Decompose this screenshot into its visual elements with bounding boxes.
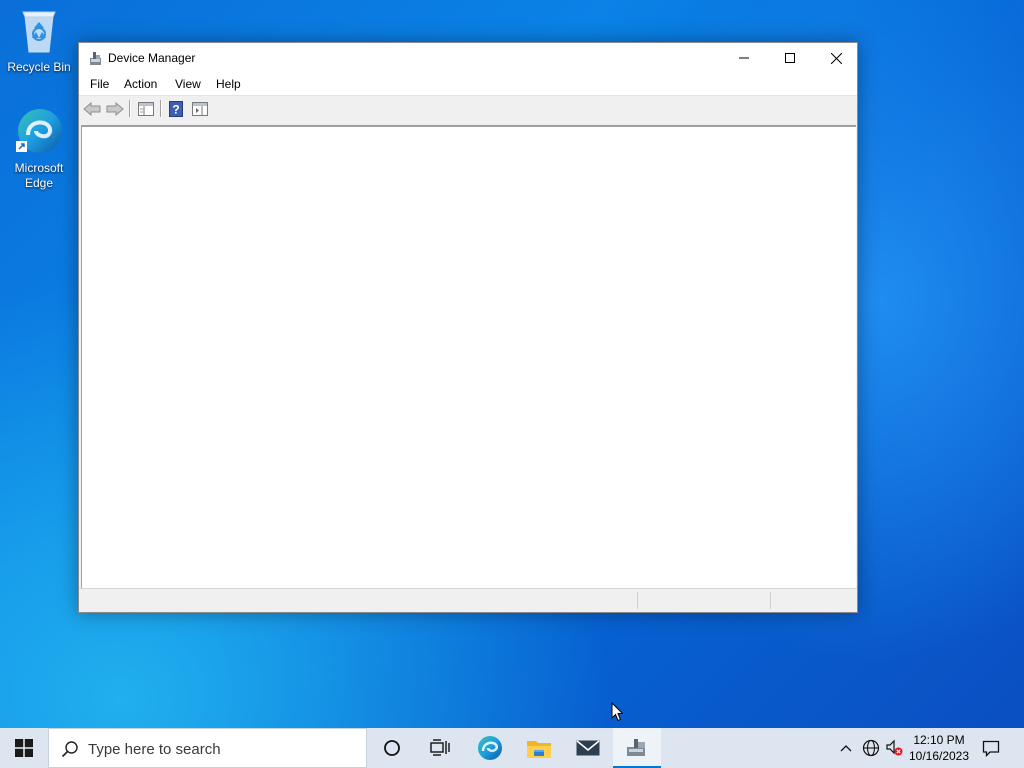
device-tree-pane[interactable] [81, 125, 856, 591]
window-title: Device Manager [108, 51, 196, 65]
task-view-button[interactable] [416, 728, 464, 768]
forward-button[interactable] [105, 99, 125, 119]
status-pane [637, 592, 638, 609]
show-hide-console-tree-icon [138, 102, 154, 116]
taskbar: Type here to search 12:10 PM 10/16/2023 [0, 728, 1024, 768]
clock-date: 10/16/2023 [908, 749, 970, 763]
taskbar-clock[interactable]: 12:10 PM 10/16/2023 [904, 732, 974, 764]
mouse-cursor-icon [611, 701, 624, 727]
edge-icon [478, 736, 502, 760]
show-hide-action-pane-icon [192, 102, 208, 116]
taskbar-search-box[interactable]: Type here to search [48, 728, 367, 768]
search-placeholder: Type here to search [88, 741, 221, 758]
network-globe-icon [862, 739, 880, 757]
maximize-icon [785, 53, 795, 63]
start-button[interactable] [0, 728, 48, 768]
status-pane [770, 592, 771, 609]
network-button[interactable] [860, 728, 882, 768]
close-icon [830, 52, 842, 64]
toolbar-separator [129, 100, 131, 117]
maximize-button[interactable] [767, 43, 813, 73]
volume-button[interactable] [884, 728, 904, 768]
help-icon: ? [169, 101, 183, 117]
forward-arrow-icon [106, 102, 124, 116]
taskbar-device-manager-button[interactable] [613, 728, 661, 768]
help-button[interactable]: ? [166, 99, 186, 119]
notification-icon [982, 740, 1000, 757]
recycle-bin-icon [2, 8, 76, 58]
desktop-icon-microsoft-edge[interactable]: Microsoft Edge [2, 105, 76, 191]
device-manager-icon [87, 50, 103, 71]
device-manager-window: Device Manager File Action View Help ? [78, 42, 858, 613]
back-arrow-icon [83, 102, 101, 116]
windows-logo-icon [15, 739, 33, 757]
status-bar [79, 588, 857, 612]
mail-button[interactable] [564, 728, 612, 768]
search-icon [61, 741, 78, 758]
toolbar: ? [79, 96, 857, 122]
minimize-icon [739, 57, 749, 59]
menu-view[interactable]: View [175, 77, 201, 91]
minimize-button[interactable] [721, 43, 767, 73]
task-view-icon [430, 739, 450, 756]
edge-label-line2: Edge [24, 176, 54, 190]
taskbar-edge-button[interactable] [466, 728, 514, 768]
title-bar[interactable]: Device Manager [79, 43, 857, 73]
menu-help[interactable]: Help [216, 77, 241, 91]
cortana-button[interactable] [368, 728, 416, 768]
menu-file[interactable]: File [90, 77, 109, 91]
device-manager-icon [627, 739, 645, 756]
recycle-bin-label: Recycle Bin [7, 60, 71, 74]
menu-bar: File Action View Help [79, 73, 857, 96]
file-explorer-icon [527, 741, 551, 758]
clock-time: 12:10 PM [913, 733, 965, 747]
close-button[interactable] [813, 43, 859, 73]
toolbar-separator [160, 100, 162, 117]
cortana-icon [384, 740, 400, 756]
desktop: Recycle Bin Microsoft Edge Device Manage… [0, 0, 1024, 728]
show-hide-console-tree-button[interactable] [136, 99, 156, 119]
menu-action[interactable]: Action [124, 77, 157, 91]
desktop-icon-recycle-bin[interactable]: Recycle Bin [2, 8, 76, 75]
volume-muted-icon [886, 739, 903, 756]
chevron-up-icon [840, 745, 852, 752]
back-button[interactable] [82, 99, 102, 119]
mail-icon [576, 740, 600, 756]
edge-icon [2, 105, 76, 159]
action-center-button[interactable] [976, 728, 1006, 768]
svg-text:?: ? [172, 103, 179, 117]
file-explorer-button[interactable] [515, 728, 563, 768]
show-hide-action-pane-button[interactable] [190, 99, 210, 119]
show-hidden-icons-button[interactable] [836, 728, 856, 768]
edge-label-line1: Microsoft [14, 161, 64, 175]
